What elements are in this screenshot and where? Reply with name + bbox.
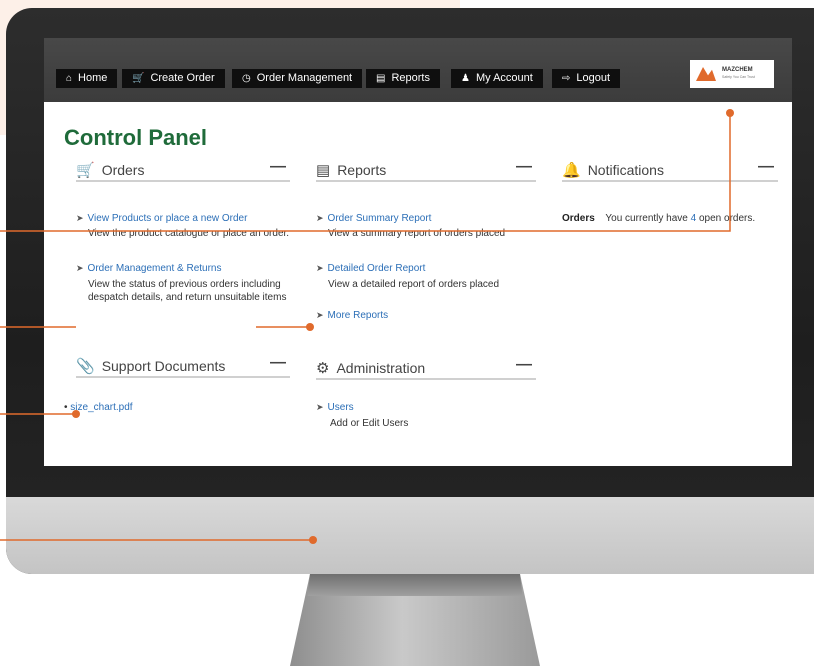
page-title: Control Panel (64, 125, 208, 150)
nav-create-order-label: Create Order (150, 72, 215, 84)
nav-home-button[interactable]: ⌂ Home (56, 69, 118, 88)
monitor-chin (6, 497, 814, 574)
notification-text-after: open orders. (699, 213, 756, 224)
users-link[interactable]: ➤ Users (316, 402, 354, 413)
logo-tagline: Safety You Can Trust (722, 75, 755, 79)
logo-name: MAZCHEM (722, 67, 753, 73)
order-summary-report-link[interactable]: ➤ Order Summary Report (316, 213, 431, 224)
administration-panel-header: ⚙ Administration — (316, 356, 536, 380)
nav-my-account-label: My Account (475, 72, 533, 84)
open-orders-count-link[interactable]: 4 (691, 213, 697, 224)
nav-home-label: Home (78, 72, 108, 84)
nav-logout-label: Logout (576, 72, 611, 84)
arrow-right-icon: ➤ (316, 213, 324, 223)
arrow-right-icon: ➤ (316, 402, 324, 412)
notification-label: Orders (562, 213, 595, 224)
company-logo: MAZCHEM Safety You Can Trust (690, 60, 774, 88)
clock-icon: ◷ (242, 73, 251, 84)
orders-panel-header: 🛒 Orders — (76, 158, 290, 182)
view-products-desc: View the product catalogue or place an o… (88, 228, 290, 239)
user-icon: ♟ (461, 73, 470, 84)
logo-mark-icon (696, 67, 716, 81)
screen: ⌂ Home 🛒 Create Order ◷ Order Management… (44, 38, 792, 466)
nav-order-management-label: Order Management (256, 72, 353, 84)
gear-icon: ⚙ (316, 360, 330, 377)
nav-create-order-button[interactable]: 🛒 Create Order (122, 69, 225, 88)
orders-panel-title: Orders (101, 162, 145, 178)
nav-reports-label: Reports (391, 72, 430, 84)
reports-collapse-button[interactable]: — (516, 158, 532, 176)
notification-text-before: You currently have (605, 213, 688, 224)
arrow-right-icon: ➤ (316, 263, 324, 273)
arrow-right-icon: ➤ (316, 310, 324, 320)
top-navbar: ⌂ Home 🛒 Create Order ◷ Order Management… (44, 38, 792, 102)
order-management-returns-desc: View the status of previous orders inclu… (88, 279, 287, 303)
support-documents-panel-title: Support Documents (101, 358, 226, 374)
cart-icon: 🛒 (76, 162, 95, 179)
chart-icon: ▤ (316, 162, 331, 179)
nav-order-management-button[interactable]: ◷ Order Management (232, 69, 363, 88)
arrow-right-icon: ➤ (76, 263, 84, 273)
administration-collapse-button[interactable]: — (516, 356, 532, 374)
nav-logout-button[interactable]: ⇨ Logout (552, 69, 621, 88)
paperclip-icon: 📎 (76, 358, 95, 375)
logout-icon: ⇨ (562, 73, 571, 84)
view-products-link[interactable]: ➤ View Products or place a new Order (76, 213, 247, 224)
order-summary-report-desc: View a summary report of orders placed (328, 228, 506, 239)
users-desc: Add or Edit Users (330, 418, 409, 429)
orders-collapse-button[interactable]: — (270, 158, 286, 176)
notifications-collapse-button[interactable]: — (758, 158, 774, 176)
reports-panel-header: ▤ Reports — (316, 158, 536, 182)
detailed-order-report-desc: View a detailed report of orders placed (328, 279, 500, 290)
cart-icon: 🛒 (132, 73, 145, 84)
chart-icon: ▤ (376, 73, 386, 84)
support-documents-collapse-button[interactable]: — (270, 354, 286, 372)
notification-orders: Orders You currently have 4 open orders. (562, 213, 755, 224)
detailed-order-report-link[interactable]: ➤ Detailed Order Report (316, 263, 425, 274)
notifications-panel-title: Notifications (587, 162, 664, 178)
monitor-stand-neck (307, 574, 523, 596)
more-reports-link[interactable]: ➤ More Reports (316, 310, 388, 321)
order-management-returns-link[interactable]: ➤ Order Management & Returns (76, 263, 222, 274)
size-chart-pdf-link[interactable]: • size_chart.pdf (64, 402, 133, 413)
support-documents-panel-header: 📎 Support Documents — (76, 354, 290, 378)
bell-icon: 🔔 (562, 162, 581, 179)
arrow-right-icon: ➤ (76, 213, 84, 223)
notifications-panel-header: 🔔 Notifications — (562, 158, 778, 182)
reports-panel-title: Reports (337, 162, 387, 178)
nav-my-account-button[interactable]: ♟ My Account (451, 69, 543, 88)
home-icon: ⌂ (66, 73, 73, 84)
administration-panel-title: Administration (336, 360, 426, 376)
nav-reports-button[interactable]: ▤ Reports (366, 69, 440, 88)
